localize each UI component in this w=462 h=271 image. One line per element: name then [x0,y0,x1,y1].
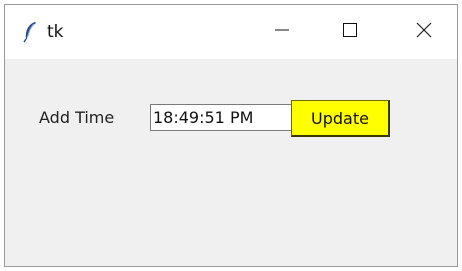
minimize-icon [274,22,290,42]
time-input[interactable] [150,104,292,131]
close-button[interactable] [391,5,457,59]
window-title: tk [47,22,64,42]
add-time-label: Add Time [39,108,115,127]
feather-icon [21,21,39,43]
maximize-button[interactable] [317,5,383,59]
window-content: Add Time Update [5,59,457,266]
app-window: tk Add Time 18:49:51 PM Update [4,4,458,267]
close-icon [416,22,432,42]
title-bar[interactable]: tk [5,5,457,59]
minimize-button[interactable] [249,5,315,59]
update-button[interactable]: Update [291,100,390,137]
maximize-icon [342,22,358,42]
